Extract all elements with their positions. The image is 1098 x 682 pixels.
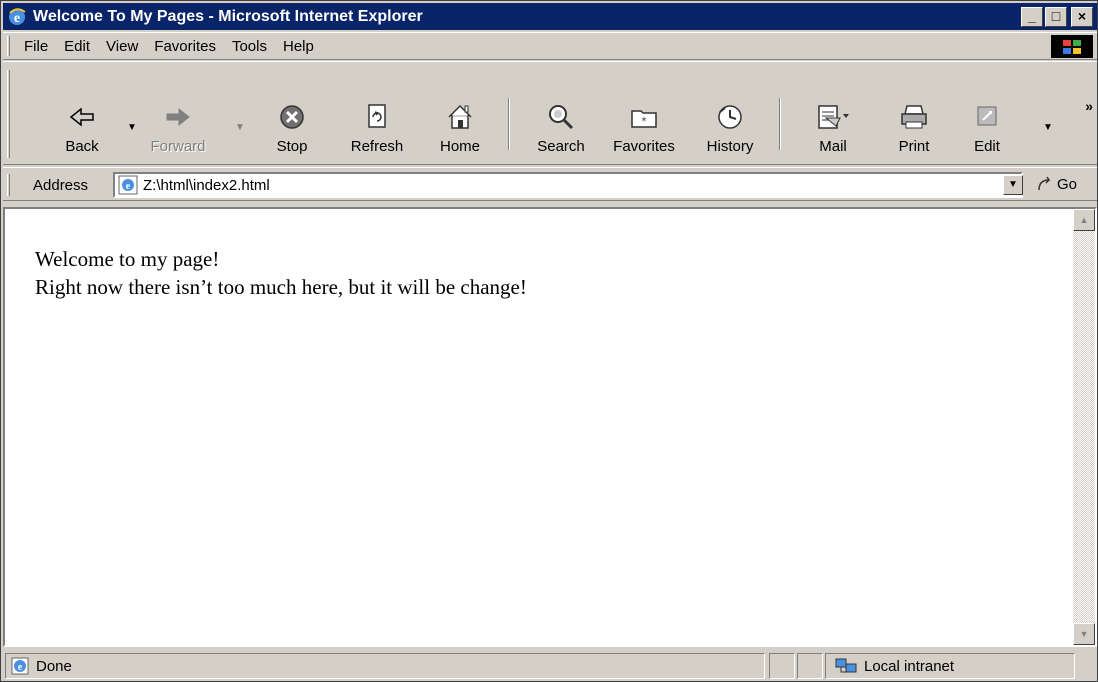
print-button[interactable]: Print [877, 62, 951, 155]
back-dropdown-icon[interactable]: ▼ [127, 122, 137, 133]
refresh-label: Refresh [350, 138, 404, 155]
menu-tools[interactable]: Tools [224, 38, 275, 55]
browser-window: e Welcome To My Pages - Microsoft Intern… [0, 0, 1098, 682]
back-arrow-icon [69, 107, 94, 127]
home-label: Home [439, 138, 481, 155]
edit-button[interactable]: Edit [955, 62, 1019, 155]
status-panel-2 [769, 653, 795, 679]
home-button[interactable]: Home [425, 62, 495, 155]
svg-text:e: e [18, 662, 23, 673]
vertical-scrollbar[interactable]: ▲ ▼ [1073, 209, 1095, 645]
maximize-button[interactable]: □ [1045, 7, 1067, 27]
home-icon [448, 104, 472, 129]
stop-label: Stop [276, 138, 308, 155]
address-dropdown-button[interactable]: ▼ [1003, 175, 1023, 195]
address-grip[interactable] [7, 174, 10, 196]
refresh-icon [368, 104, 386, 128]
history-label: History [706, 138, 754, 155]
search-label: Search [537, 138, 585, 155]
forward-label: Forward [150, 138, 206, 155]
go-label: Go [1057, 175, 1078, 193]
address-field[interactable]: e [113, 172, 1023, 198]
window-title: Welcome To My Pages - Microsoft Internet… [33, 7, 423, 25]
standard-toolbar: Back ▼ Forward ▼ Stop Refresh Home Searc… [3, 61, 1097, 165]
go-arrow-icon [1038, 176, 1051, 191]
edit-label: Edit [974, 138, 1000, 155]
toolbar-separator-2 [779, 98, 781, 150]
history-clock-icon [718, 105, 742, 129]
close-button[interactable]: × [1071, 7, 1093, 27]
address-input[interactable] [143, 176, 993, 194]
menu-tools-label: Tools [231, 37, 267, 55]
svg-text:*: * [642, 116, 647, 127]
history-button[interactable]: History [693, 62, 767, 155]
ie-logo-icon: e [9, 7, 26, 26]
page-body: Welcome to my page! Right now there isn’… [35, 245, 527, 301]
status-bar: e Done Local intranet [3, 651, 1097, 681]
scroll-down-button[interactable]: ▼ [1073, 623, 1095, 645]
svg-text:e: e [14, 11, 20, 26]
forward-arrow-icon [166, 107, 190, 127]
status-panel-3 [797, 653, 823, 679]
page-content[interactable]: Welcome to my page! Right now there isn’… [3, 207, 1097, 647]
menu-file[interactable]: File [16, 38, 56, 55]
menu-help-label: Help [283, 37, 314, 55]
back-label: Back [65, 138, 99, 155]
info-text: Right now there isn’t too much here, but… [35, 275, 527, 299]
toolbar-chevron-icon[interactable]: » [1085, 98, 1093, 114]
menu-edit-label: Edit [64, 37, 91, 55]
menu-view[interactable]: View [98, 38, 146, 55]
local-intranet-icon [835, 658, 857, 673]
go-button[interactable]: Go [1035, 174, 1077, 194]
welcome-text: Welcome to my page! [35, 247, 220, 271]
mail-button[interactable]: Mail [793, 62, 873, 155]
title-bar[interactable]: e Welcome To My Pages - Microsoft Intern… [3, 3, 1097, 30]
search-icon [549, 105, 574, 130]
stop-icon [280, 105, 304, 129]
ie-page-icon: e [11, 657, 29, 675]
svg-text:e: e [126, 181, 131, 192]
address-label: Address [33, 177, 89, 194]
favorites-label: Favorites [613, 138, 675, 155]
favorites-button[interactable]: * Favorites [601, 62, 687, 155]
stop-button[interactable]: Stop [257, 62, 327, 155]
back-button[interactable]: Back [47, 62, 117, 155]
edit-dropdown-icon[interactable]: ▼ [1043, 122, 1053, 133]
search-button[interactable]: Search [521, 62, 601, 155]
menu-edit[interactable]: Edit [56, 38, 98, 55]
menu-bar: File Edit View Favorites Tools Help [3, 32, 1097, 60]
minimize-button[interactable]: _ [1021, 7, 1043, 27]
status-panel: e Done [5, 653, 765, 679]
menu-grip[interactable] [7, 36, 10, 56]
scroll-up-button[interactable]: ▲ [1073, 209, 1095, 231]
page-icon: e [118, 175, 138, 195]
printer-icon [901, 105, 927, 129]
favorites-folder-icon: * [631, 110, 657, 128]
mail-icon [818, 105, 849, 129]
toolbar-grip[interactable] [7, 70, 10, 158]
windows-logo-icon [1051, 35, 1093, 58]
zone-text: Local intranet [864, 657, 955, 675]
print-label: Print [898, 138, 930, 155]
status-text: Done [36, 657, 72, 675]
mail-label: Mail [819, 138, 847, 155]
menu-favorites[interactable]: Favorites [146, 38, 224, 55]
toolbar-separator [508, 98, 510, 150]
edit-icon [977, 106, 997, 126]
menu-help[interactable]: Help [275, 38, 322, 55]
menu-favorites-label: Favorites [154, 37, 216, 55]
menu-file-label: File [24, 37, 49, 55]
address-bar: Address e ▼ Go [3, 167, 1097, 201]
forward-dropdown-icon[interactable]: ▼ [235, 122, 245, 133]
refresh-button[interactable]: Refresh [337, 62, 417, 155]
menu-view-label: View [106, 37, 139, 55]
forward-button[interactable]: Forward [143, 62, 213, 155]
zone-panel: Local intranet [825, 653, 1075, 679]
